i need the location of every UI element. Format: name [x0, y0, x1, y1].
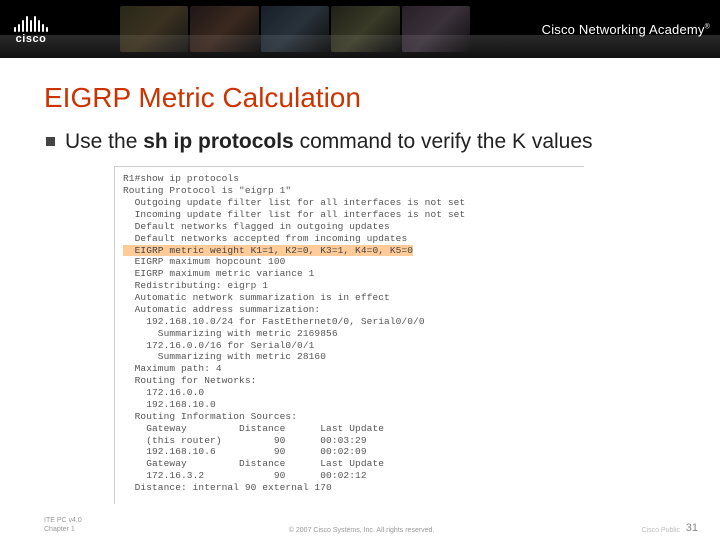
- page-number: 31: [686, 522, 698, 534]
- highlighted-line: EIGRP metric weight K1=1, K2=0, K3=1, K4…: [123, 245, 413, 256]
- cli-output: R1#show ip protocols Routing Protocol is…: [123, 173, 576, 494]
- slide-title: EIGRP Metric Calculation: [44, 82, 676, 114]
- banner: cisco Cisco Networking Academy®: [0, 0, 720, 58]
- bullet-text: Use the sh ip protocols command to verif…: [65, 128, 593, 156]
- banner-photo-strip: [120, 6, 470, 52]
- cisco-logo-text: cisco: [16, 33, 47, 45]
- bullet-item: Use the sh ip protocols command to verif…: [46, 128, 676, 156]
- cisco-logo-bars: [14, 14, 48, 32]
- slide-content: EIGRP Metric Calculation Use the sh ip p…: [0, 64, 720, 504]
- command-text: sh ip protocols: [143, 130, 294, 153]
- footer-left: ITE PC v4.0 Chapter 1: [44, 517, 82, 534]
- cli-output-block: R1#show ip protocols Routing Protocol is…: [114, 166, 584, 504]
- footer-classification: Cisco Public: [641, 527, 680, 534]
- cisco-logo: cisco: [10, 14, 48, 45]
- academy-label: Cisco Networking Academy®: [542, 22, 710, 37]
- footer: ITE PC v4.0 Chapter 1 © 2007 Cisco Syste…: [0, 517, 720, 534]
- bullet-icon: [46, 137, 55, 146]
- footer-copyright: © 2007 Cisco Systems, Inc. All rights re…: [82, 527, 642, 534]
